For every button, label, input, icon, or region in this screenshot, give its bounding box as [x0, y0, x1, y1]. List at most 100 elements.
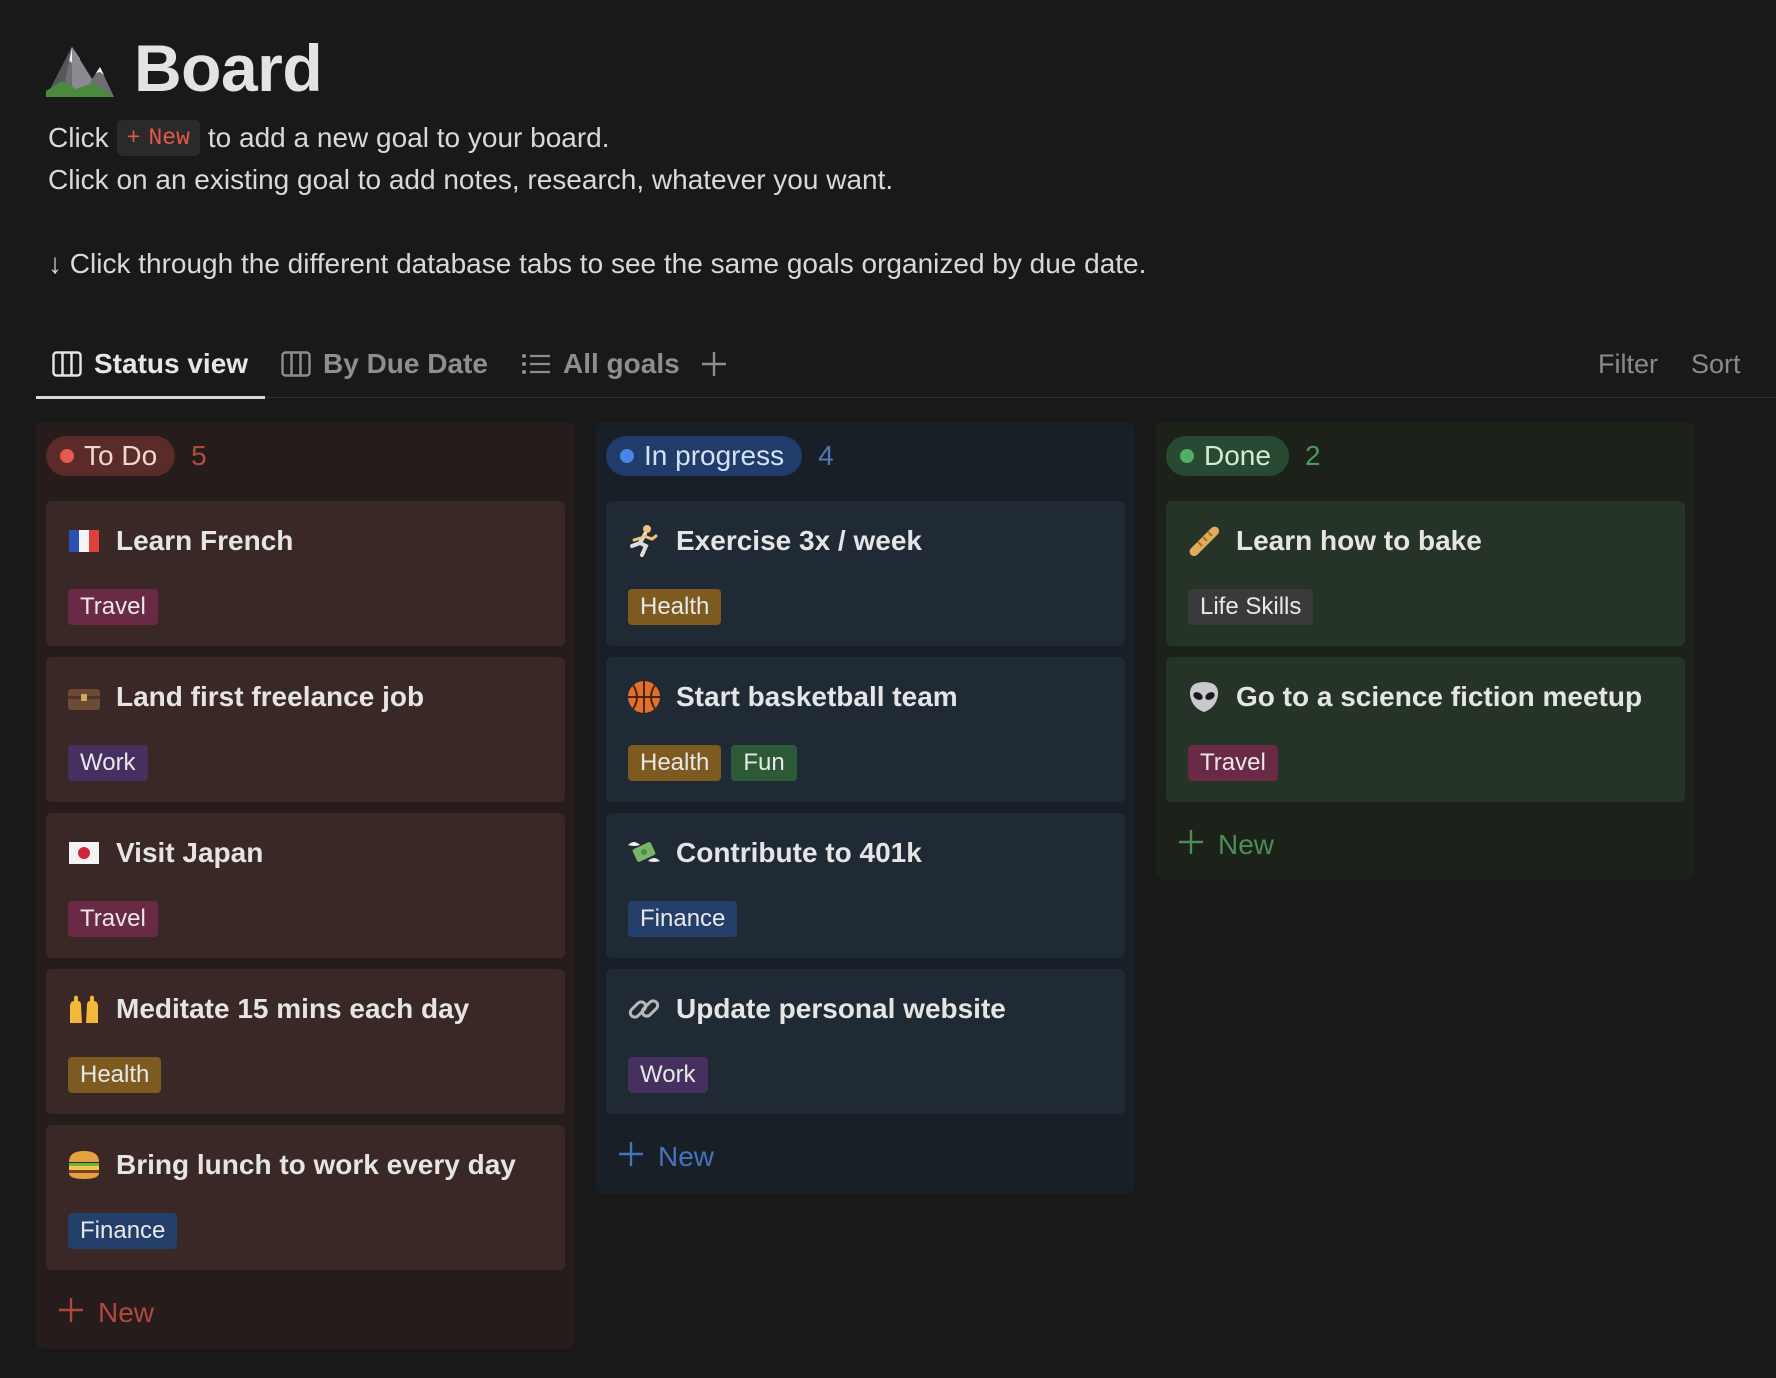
card-401k[interactable]: Contribute to 401k Finance — [606, 813, 1125, 958]
card-title-text: Exercise 3x / week — [676, 525, 922, 556]
tab-by-due-date[interactable]: By Due Date — [281, 330, 488, 398]
card-title: Exercise 3x / week — [626, 523, 922, 559]
tag-health: Health — [628, 745, 722, 781]
card-title: Start basketball team — [626, 679, 958, 715]
page: Board Click + New to add a new goal to y… — [0, 0, 1776, 1378]
card-tags: Travel — [1188, 745, 1278, 781]
card-tags: Work — [628, 1057, 708, 1093]
card-title-text: Start basketball team — [676, 681, 958, 712]
card-tags: Finance — [628, 901, 738, 937]
view-tabs: Status view By Due Date All goals Filter… — [36, 330, 1776, 399]
column-count: 4 — [818, 440, 834, 471]
description-line-2: Click on an existing goal to add notes, … — [48, 164, 894, 195]
card-learn-to-bake[interactable]: Learn how to bake Life Skills — [1166, 501, 1685, 646]
tag-health: Health — [628, 589, 722, 625]
card-tags: Health — [628, 589, 722, 625]
column-header: In progress 4 — [606, 422, 1125, 490]
new-card-button[interactable]: New — [46, 1270, 565, 1356]
list-icon — [521, 352, 551, 376]
status-dot-icon — [1180, 449, 1194, 463]
description-line-3: ↓ Click through the different database t… — [48, 248, 1147, 279]
card-title: Update personal website — [626, 991, 1006, 1027]
card-title-text: Meditate 15 mins each day — [116, 993, 470, 1024]
alien-icon — [1186, 679, 1222, 715]
card-title: Bring lunch to work every day — [66, 1147, 516, 1183]
card-tags: Life Skills — [1188, 589, 1314, 625]
column-header: To Do 5 — [46, 422, 565, 490]
tag-fun: Fun — [731, 745, 797, 781]
card-title-text: Land first freelance job — [116, 681, 425, 712]
tab-all-goals-label: All goals — [563, 348, 680, 379]
tag-life-skills: Life Skills — [1188, 589, 1314, 625]
tag-travel: Travel — [68, 589, 158, 625]
tab-status-view-label: Status view — [94, 348, 249, 379]
description-line-1: Click + New to add a new goal to your bo… — [48, 117, 610, 159]
page-title: Board — [134, 31, 323, 105]
basketball-icon — [626, 679, 662, 715]
new-label: New — [658, 1141, 715, 1172]
japan-flag-icon — [66, 835, 102, 871]
card-title-text: Visit Japan — [116, 837, 264, 868]
filter-button[interactable]: Filter — [1598, 330, 1658, 398]
card-title-text: Contribute to 401k — [676, 837, 922, 868]
runner-icon — [626, 523, 662, 559]
card-title: Learn how to bake — [1186, 523, 1482, 559]
inline-new-label: New — [148, 125, 190, 151]
desc-click-text: Click — [48, 122, 109, 153]
card-visit-japan[interactable]: Visit Japan Travel — [46, 813, 565, 958]
plus-icon — [58, 1297, 84, 1330]
card-title-text: Update personal website — [676, 993, 1006, 1024]
status-pill-in-progress[interactable]: In progress — [606, 436, 803, 476]
card-learn-french[interactable]: Learn French Travel — [46, 501, 565, 646]
tab-status-view[interactable]: Status view — [36, 330, 265, 399]
desc-line-1-rest: to add a new goal to your board. — [207, 122, 610, 153]
inline-new-button[interactable]: + New — [116, 120, 200, 156]
card-tags: Health Fun — [628, 745, 797, 781]
card-basketball[interactable]: Start basketball team Health Fun — [606, 657, 1125, 802]
card-meditate[interactable]: Meditate 15 mins each day Health — [46, 969, 565, 1114]
tag-finance: Finance — [68, 1213, 178, 1249]
column-count: 5 — [191, 440, 207, 471]
card-tags: Health — [68, 1057, 162, 1093]
france-flag-icon — [66, 523, 102, 559]
board-icon — [52, 351, 82, 377]
tag-travel: Travel — [68, 901, 158, 937]
title-row: Board — [42, 30, 323, 106]
sort-button[interactable]: Sort — [1691, 330, 1741, 398]
plus-icon — [1178, 829, 1204, 862]
card-exercise[interactable]: Exercise 3x / week Health — [606, 501, 1125, 646]
status-dot-icon — [620, 449, 634, 463]
board-icon — [281, 351, 311, 377]
tag-health: Health — [68, 1057, 162, 1093]
status-label: In progress — [644, 440, 785, 471]
burger-icon — [66, 1147, 102, 1183]
card-tags: Travel — [68, 589, 158, 625]
new-card-button[interactable]: New — [606, 1114, 1125, 1200]
card-update-website[interactable]: Update personal website Work — [606, 969, 1125, 1114]
column-in-progress: In progress 4 Exercise 3x / week Health … — [596, 422, 1135, 1194]
status-dot-icon — [60, 449, 74, 463]
tab-all-goals[interactable]: All goals — [521, 330, 680, 398]
status-label: Done — [1204, 440, 1271, 471]
mountain-icon[interactable] — [42, 33, 118, 103]
card-title: Contribute to 401k — [626, 835, 922, 871]
status-pill-to-do[interactable]: To Do — [46, 436, 176, 476]
new-label: New — [1218, 829, 1275, 860]
card-bring-lunch[interactable]: Bring lunch to work every day Finance — [46, 1125, 565, 1270]
card-land-first-freelance-job[interactable]: Land first freelance job Work — [46, 657, 565, 802]
tag-work: Work — [68, 745, 148, 781]
new-card-button[interactable]: New — [1166, 802, 1685, 888]
briefcase-icon — [66, 679, 102, 715]
add-view-button[interactable] — [701, 330, 727, 398]
status-label: To Do — [84, 440, 158, 471]
new-label: New — [98, 1297, 155, 1328]
column-count: 2 — [1304, 440, 1321, 471]
card-science-fiction-meetup[interactable]: Go to a science fiction meetup Travel — [1166, 657, 1685, 802]
plus-icon: + — [126, 125, 141, 151]
card-title-text: Learn French — [116, 525, 294, 556]
card-tags: Work — [68, 745, 148, 781]
tag-travel: Travel — [1188, 745, 1278, 781]
raised-hands-icon — [66, 991, 102, 1027]
status-pill-done[interactable]: Done — [1166, 436, 1289, 476]
column-done: Done 2 Learn how to bake Life Skills Go … — [1156, 422, 1695, 880]
